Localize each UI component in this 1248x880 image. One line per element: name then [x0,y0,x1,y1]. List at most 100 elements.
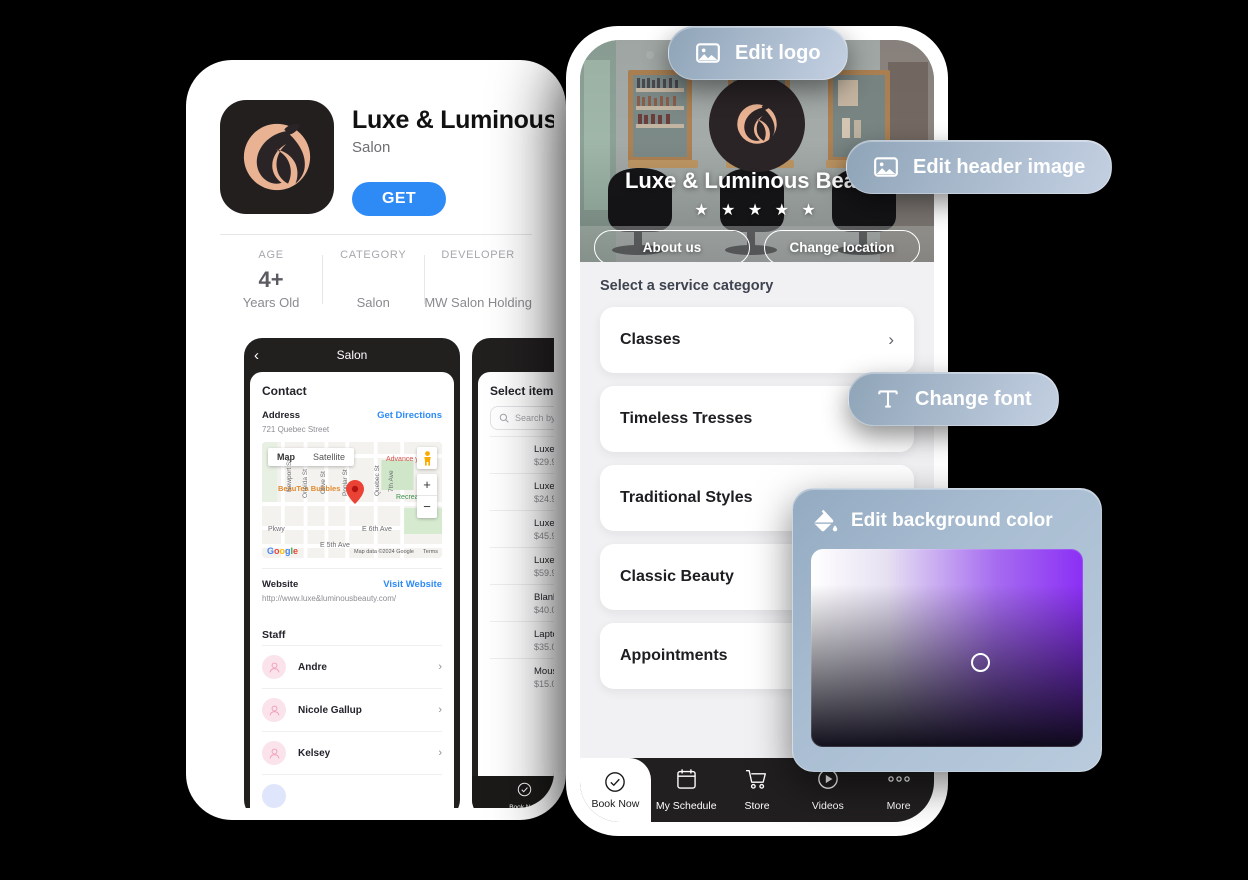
category-name: Appointments [620,647,728,664]
secondary-phone-screen: Luxe & Luminous Beauty Salon GET AGE 4+ … [198,72,554,808]
chevron-right-icon: › [438,704,442,716]
item-price: $24.99 [534,494,554,504]
item-price: $29.99 [534,457,554,467]
map-zoom-in-button[interactable]: + [417,474,437,496]
map-label-advance: Advance y [386,456,419,463]
item-price: $40.00 [534,605,554,615]
category-name: Classic Beauty [620,568,734,585]
mini-contact-navbar: ‹ Salon [244,338,460,372]
search-icon [499,413,509,423]
staff-row[interactable] [262,774,442,808]
nav-item-my-schedule[interactable]: My Schedule [651,768,722,812]
list-item[interactable]: Luxe & Luminous $29.99 [490,436,554,473]
mini-nav-item-book-now[interactable]: Book Now [509,782,539,809]
divider [262,568,442,569]
change-location-button[interactable]: Change location [764,230,920,262]
about-us-button[interactable]: About us [594,230,750,262]
get-directions-link[interactable]: Get Directions [377,410,442,421]
edit-header-image-pill[interactable]: Edit header image [846,140,1113,194]
list-item[interactable]: Luxe & Luminous $45.99 [490,510,554,547]
color-picker-handle[interactable] [970,652,990,672]
nav-label: My Schedule [655,800,717,812]
list-item[interactable]: Blanket $40.00 [490,584,554,621]
nav-label: Store [744,800,770,812]
street-view-pegman-icon[interactable] [417,447,437,469]
paint-bucket-icon [814,509,838,532]
avatar [262,741,286,765]
mini-store-body: Select item Search by name Luxe & Lumino… [478,372,554,808]
map-widget[interactable]: Map Satellite BeauTea Bubbles Advance y … [262,442,442,558]
image-icon [874,157,898,177]
app-store-listing: Luxe & Luminous Beauty Salon GET AGE 4+ … [198,72,554,326]
staff-row[interactable]: Andre › [262,645,442,688]
staff-name: Kelsey [298,747,331,759]
staff-row[interactable]: Nicole Gallup › [262,688,442,731]
website-value: http://www.luxe&luminousbeauty.com/ [262,594,397,603]
nav-item-book-now[interactable]: Book Now [580,758,651,822]
website-label: Website [262,579,299,590]
visit-website-link[interactable]: Visit Website [383,579,442,590]
avatar [262,698,286,722]
staff-heading: Staff [262,629,286,641]
category-card-classes[interactable]: Classes › [600,307,914,373]
nav-item-store[interactable]: Store [722,768,793,812]
item-name: Luxe & Luminous [534,481,554,492]
nav-label: Book Now [591,797,640,810]
business-logo[interactable] [709,76,805,172]
staff-name: Nicole Gallup [298,704,362,716]
fact-age: AGE 4+ Years Old [220,249,322,310]
list-item[interactable]: Laptop Sleeve $35.00 [490,621,554,658]
mini-nav-label: Book Now [509,803,539,809]
map-street-quebec: Quebec St [374,465,381,496]
section-title: Select a service category [600,278,774,294]
check-circle-icon [605,771,626,792]
avatar [262,784,286,808]
item-name: Blanket [534,592,554,603]
fact-category-key: CATEGORY [340,249,407,261]
list-item[interactable]: Luxe & Luminous $24.99 [490,473,554,510]
calendar-icon [676,769,696,789]
nav-item-more[interactable]: More [863,768,934,812]
item-name: Mousepad [534,666,554,677]
list-item[interactable]: Mousepad $15.00 [490,658,554,695]
contact-heading: Contact [262,384,307,398]
get-button[interactable]: GET [352,182,447,216]
shopping-cart-icon [746,769,767,789]
chevron-right-icon: › [888,330,894,349]
app-facts: AGE 4+ Years Old CATEGORY Salon DEVELOPE… [220,235,532,326]
staff-row[interactable]: Kelsey › [262,731,442,774]
map-pin-icon [346,480,364,504]
text-type-icon [878,390,898,408]
map-street-5th: E 5th Ave [320,542,350,549]
category-name: Traditional Styles [620,489,753,506]
mini-store-bottom-nav: Book Now My Schedule [472,776,554,808]
map-zoom-out-button[interactable]: − [417,496,437,517]
edit-logo-label: Edit logo [735,41,821,64]
fact-age-key: AGE [258,249,284,261]
chevron-left-icon[interactable]: ‹ [254,347,259,364]
fact-category-note: Salon [356,295,390,310]
staff-card: Staff Andre › Nicole Gallup › Kelsey › [250,619,454,808]
color-gradient-field[interactable] [811,549,1083,747]
search-input[interactable]: Search by name [490,406,554,430]
fact-age-note: Years Old [242,295,300,310]
edit-logo-pill[interactable]: Edit logo [668,26,848,80]
list-item[interactable]: Luxe & Luminous $59.99 [490,547,554,584]
item-price: $35.00 [534,642,554,652]
change-font-pill[interactable]: Change font [848,372,1059,426]
map-terms-link[interactable]: Terms [423,549,438,555]
map-tab-satellite[interactable]: Satellite [304,448,354,466]
check-circle-icon [517,782,531,796]
fact-age-value: 4+ [258,267,284,292]
secondary-phone-mockup: Luxe & Luminous Beauty Salon GET AGE 4+ … [186,60,566,820]
mini-store-navbar: All Items [472,338,554,372]
nav-item-videos[interactable]: Videos [792,768,863,812]
image-icon [696,43,720,63]
item-price: $15.00 [534,679,554,689]
edit-background-color-panel[interactable]: Edit background color [792,488,1102,772]
avatar [262,655,286,679]
app-name: Luxe & Luminous Beauty [352,106,554,134]
nav-label: Videos [811,800,844,812]
search-placeholder: Search by name [515,413,554,423]
screenshot-stage: Luxe & Luminous Beauty Salon GET AGE 4+ … [0,0,1248,880]
